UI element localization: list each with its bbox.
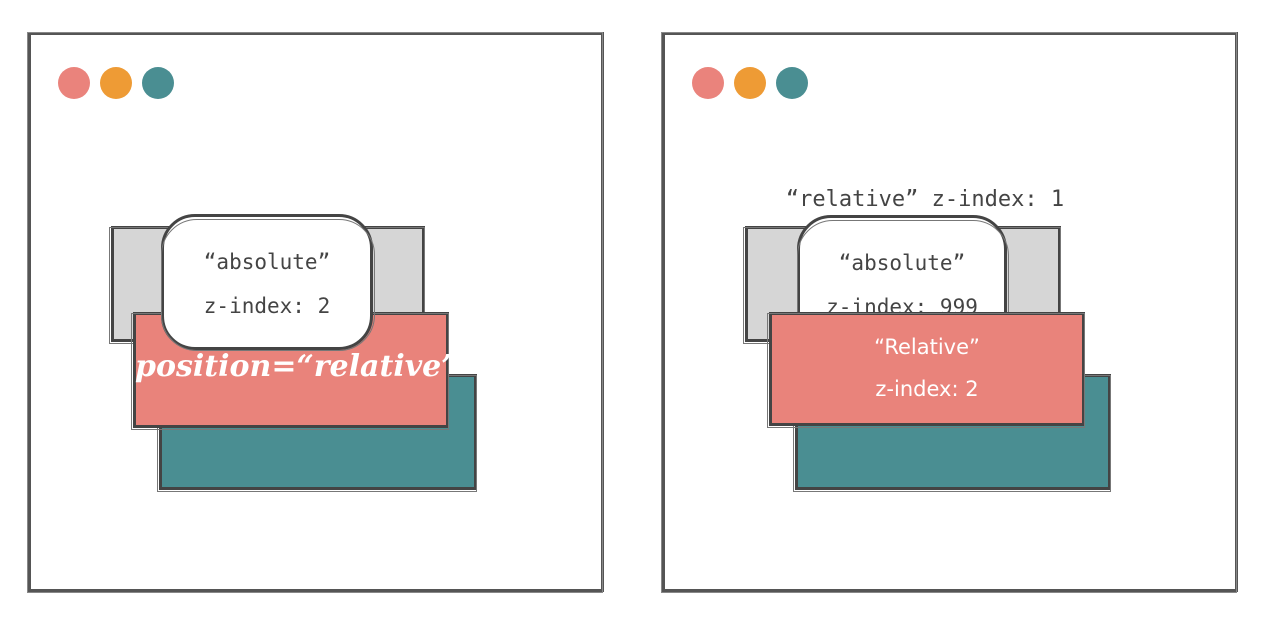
- relative-layer-box: “Relative” z-index: 2: [767, 312, 1085, 428]
- relative-box-zindex: z-index: 2: [875, 377, 979, 401]
- window-dot-teal: [776, 67, 808, 99]
- browser-window-left: position=“relative” “absolute” z-index: …: [27, 32, 604, 593]
- window-dot-red: [692, 67, 724, 99]
- window-dot-orange: [100, 67, 132, 99]
- relative-box-title: “Relative”: [874, 335, 980, 359]
- relative-zindex-1-label: “relative” z-index: 1: [785, 187, 1065, 212]
- browser-window-right: “relative” z-index: 1 “absolute” z-index…: [661, 32, 1238, 593]
- absolute-bubble-title: “absolute”: [203, 250, 331, 274]
- absolute-bubble-title: “absolute”: [838, 251, 966, 275]
- relative-position-label: position=“relative”: [135, 349, 459, 384]
- absolute-bubble-zindex: z-index: 2: [203, 294, 331, 318]
- absolute-bubble: “absolute” z-index: 2: [161, 214, 375, 351]
- window-dot-orange: [734, 67, 766, 99]
- window-dot-teal: [142, 67, 174, 99]
- window-dot-red: [58, 67, 90, 99]
